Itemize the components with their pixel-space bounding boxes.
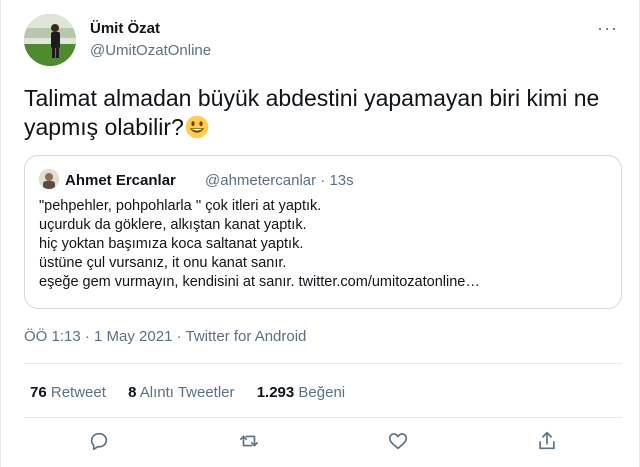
tweet-meta: ÖÖ 1:13 · 1 May 2021 · Twitter for Andro… — [24, 328, 306, 345]
quoted-line: "pehpehler, pohpohlarla '' çok itleri at… — [39, 198, 322, 214]
retweets-label: Retweet — [50, 384, 106, 401]
quoted-line: uçurduk da göklere, alkıştan kanat yaptı… — [39, 217, 307, 233]
tweet-stats: 76 Retweet 8 Alıntı Tweetler 1.293 Beğen… — [30, 384, 363, 401]
quoted-line: eşeğe gem vurmayın, kendisini at sanır. … — [39, 274, 480, 290]
tweet-detail: Ümit Özat @UmitOzatOnline ··· Talimat al… — [0, 0, 640, 467]
retweets-stat[interactable]: 76 Retweet — [30, 384, 106, 401]
likes-count: 1.293 — [256, 384, 295, 401]
quoted-line: üstüne çul vursanız, it onu kanat sanır. — [39, 255, 287, 271]
quoted-text: "pehpehler, pohpohlarla '' çok itleri at… — [39, 197, 609, 292]
quoted-time: 13s — [329, 172, 354, 189]
quoted-line: hiç yoktan başımıza koca saltanat yaptık… — [39, 236, 304, 252]
grinning-face-icon — [185, 115, 209, 139]
likes-stat[interactable]: 1.293 Beğeni — [257, 384, 345, 401]
quotes-count: 8 — [128, 384, 137, 401]
quoted-author-avatar — [39, 169, 59, 189]
quoted-avatar-photo — [39, 169, 59, 189]
meta-separator: · — [176, 328, 182, 345]
tweet-source[interactable]: Twitter for Android — [186, 328, 307, 345]
tweet-time[interactable]: ÖÖ 1:13 — [24, 328, 81, 345]
quoted-separator: · — [320, 172, 326, 189]
share-icon[interactable] — [536, 430, 560, 454]
meta-separator: · — [84, 328, 90, 345]
divider — [24, 363, 622, 364]
quoted-author-name: Ahmet Ercanlar — [65, 172, 176, 189]
avatar-photo — [24, 14, 76, 66]
reply-icon[interactable] — [88, 430, 112, 454]
author-handle[interactable]: @UmitOzatOnline — [90, 42, 211, 59]
action-bar — [1, 430, 640, 458]
tweet-text: Talimat almadan büyük abdestini yapamaya… — [24, 84, 624, 142]
divider — [24, 417, 622, 418]
likes-label: Beğeni — [298, 384, 346, 401]
quoted-author-handle: @ahmetercanlar — [205, 172, 317, 189]
author-avatar[interactable] — [24, 14, 76, 66]
quoted-tweet[interactable]: Ahmet Ercanlar @ahmetercanlar · 13s "peh… — [24, 155, 622, 309]
author-name[interactable]: Ümit Özat — [90, 20, 160, 37]
tweet-date[interactable]: 1 May 2021 — [94, 328, 172, 345]
quoted-author-meta: @ahmetercanlar · 13s — [205, 172, 354, 189]
tweet-text-content: Talimat almadan büyük abdestini yapamaya… — [24, 85, 600, 140]
more-options-icon[interactable]: ··· — [597, 18, 618, 39]
quotes-label: Alıntı Tweetler — [139, 384, 235, 401]
like-icon[interactable] — [387, 430, 411, 454]
retweets-count: 76 — [30, 384, 47, 401]
retweet-icon[interactable] — [238, 430, 262, 454]
quotes-stat[interactable]: 8 Alıntı Tweetler — [128, 384, 234, 401]
